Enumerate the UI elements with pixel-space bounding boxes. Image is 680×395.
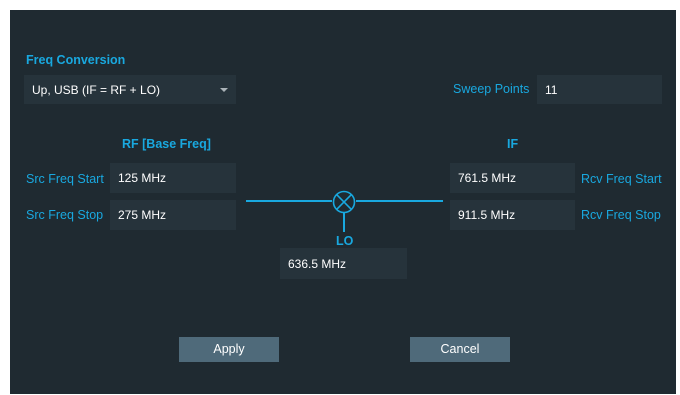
cancel-button[interactable]: Cancel: [410, 337, 510, 362]
src-freq-stop-input[interactable]: 275 MHz: [110, 200, 236, 230]
rcv-freq-start-label: Rcv Freq Start: [581, 172, 662, 186]
freq-conversion-dialog: Freq Conversion Up, USB (IF = RF + LO) S…: [10, 10, 676, 394]
lo-signal-line: [343, 212, 345, 232]
mixer-icon: [332, 190, 356, 214]
sweep-points-input[interactable]: 11: [537, 75, 662, 104]
src-freq-stop-label: Src Freq Stop: [26, 208, 104, 222]
section-title: Freq Conversion: [26, 53, 126, 67]
chevron-down-icon[interactable]: [220, 87, 228, 92]
rcv-freq-start-input[interactable]: 761.5 MHz: [450, 163, 575, 193]
if-signal-line: [356, 200, 443, 202]
rf-signal-line: [246, 200, 332, 202]
lo-freq-input[interactable]: 636.5 MHz: [280, 248, 407, 279]
rcv-freq-stop-input[interactable]: 911.5 MHz: [450, 200, 575, 230]
if-header: IF: [507, 137, 519, 151]
conversion-mode-dropdown[interactable]: Up, USB (IF = RF + LO): [24, 75, 236, 104]
src-freq-start-label: Src Freq Start: [26, 172, 104, 186]
apply-button[interactable]: Apply: [179, 337, 279, 362]
rf-header: RF [Base Freq]: [122, 137, 211, 151]
sweep-points-label: Sweep Points: [453, 82, 530, 96]
src-freq-start-input[interactable]: 125 MHz: [110, 163, 236, 193]
conversion-mode-value: Up, USB (IF = RF + LO): [32, 82, 161, 97]
rcv-freq-stop-label: Rcv Freq Stop: [581, 208, 661, 222]
lo-label: LO: [336, 234, 354, 248]
